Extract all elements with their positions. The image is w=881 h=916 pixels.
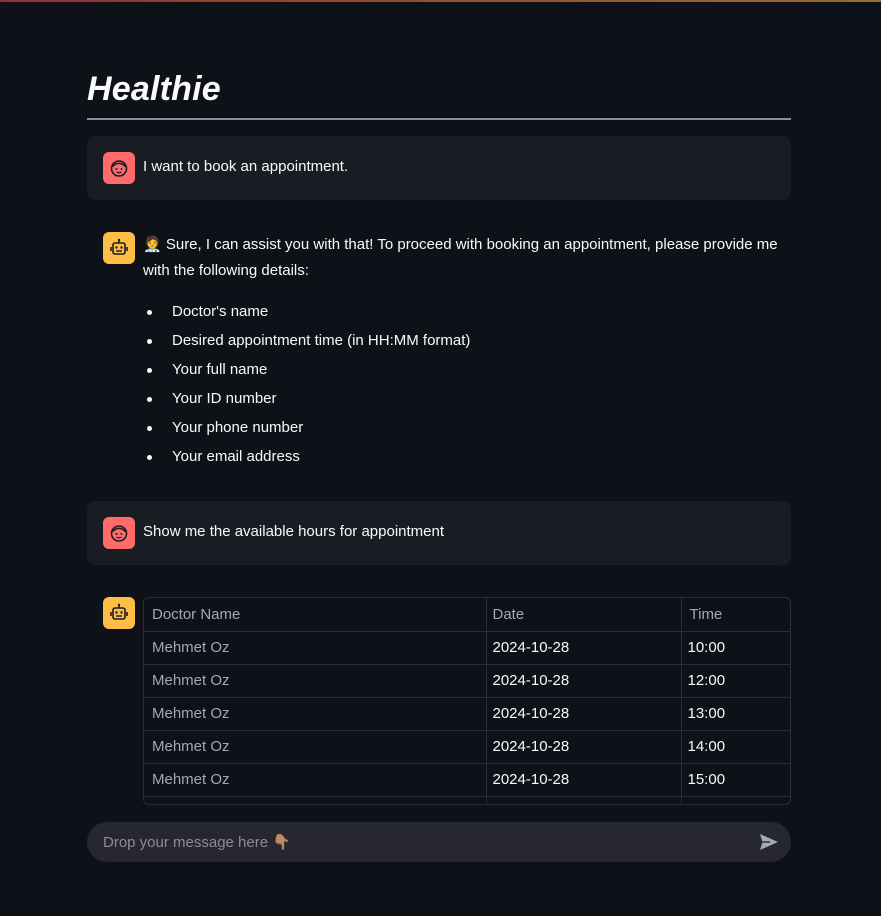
user-avatar xyxy=(103,517,135,549)
cell-doctor-name: Mehmet Oz xyxy=(144,697,487,731)
cell-doctor-name xyxy=(144,796,487,804)
cell-date: 2024-10-28 xyxy=(486,730,682,764)
table-row[interactable]: Mehmet Oz 2024-10-28 15:00 xyxy=(144,763,790,797)
cell-doctor-name: Mehmet Oz xyxy=(144,664,487,698)
cell-time: 10:00 xyxy=(681,631,790,665)
chat-message-user: I want to book an appointment. xyxy=(87,136,791,200)
user-face-icon xyxy=(110,160,128,177)
table-header-row: Doctor Name Date Time xyxy=(144,598,790,632)
column-header-date[interactable]: Date xyxy=(486,598,682,632)
table-row[interactable]: Mehmet Oz 2024-10-28 10:00 xyxy=(144,631,790,665)
cell-time xyxy=(681,796,790,804)
list-item: Doctor's name xyxy=(143,301,470,330)
send-icon xyxy=(760,834,778,850)
send-button[interactable] xyxy=(757,830,781,854)
assistant-intro-line-2: with the following details: xyxy=(143,262,309,279)
assistant-intro: 🧑‍⚕️ Sure, I can assist you with that! T… xyxy=(143,232,783,284)
user-avatar xyxy=(103,152,135,184)
cell-date: 2024-10-28 xyxy=(486,631,682,665)
cell-date xyxy=(486,796,682,804)
list-item: Desired appointment time (in HH:MM forma… xyxy=(143,330,470,359)
availability-table: Doctor Name Date Time Mehmet Oz 2024-10-… xyxy=(144,598,790,804)
title-divider xyxy=(87,118,791,120)
chat-message-assistant: Doctor Name Date Time Mehmet Oz 2024-10-… xyxy=(87,597,791,805)
column-header-time[interactable]: Time xyxy=(681,598,790,632)
list-item: Your phone number xyxy=(143,417,470,446)
chat-input-bar xyxy=(87,822,791,862)
cell-date: 2024-10-28 xyxy=(486,697,682,731)
column-header-doctor-name[interactable]: Doctor Name xyxy=(144,598,487,632)
assistant-avatar xyxy=(103,232,135,264)
table-row[interactable] xyxy=(144,796,790,804)
chat-message-text: Show me the available hours for appointm… xyxy=(143,523,445,540)
chat-message-input[interactable] xyxy=(103,822,743,862)
list-item: Your email address xyxy=(143,446,470,475)
user-face-icon xyxy=(110,525,128,542)
cell-doctor-name: Mehmet Oz xyxy=(144,631,487,665)
assistant-avatar xyxy=(103,597,135,629)
cell-doctor-name: Mehmet Oz xyxy=(144,730,487,764)
list-item: Your full name xyxy=(143,359,470,388)
chat-message-assistant: 🧑‍⚕️ Sure, I can assist you with that! T… xyxy=(87,216,791,486)
robot-icon xyxy=(110,238,128,255)
chat-message-user: Show me the available hours for appointm… xyxy=(87,501,791,565)
chat-message-text: I want to book an appointment. xyxy=(143,158,349,175)
cell-doctor-name: Mehmet Oz xyxy=(144,763,487,797)
cell-date: 2024-10-28 xyxy=(486,664,682,698)
table-row[interactable]: Mehmet Oz 2024-10-28 14:00 xyxy=(144,730,790,764)
cell-time: 15:00 xyxy=(681,763,790,797)
cell-time: 13:00 xyxy=(681,697,790,731)
top-decoration-bar xyxy=(0,0,881,2)
robot-icon xyxy=(110,603,128,620)
availability-table-container[interactable]: Doctor Name Date Time Mehmet Oz 2024-10-… xyxy=(143,597,791,805)
cell-time: 12:00 xyxy=(681,664,790,698)
cell-date: 2024-10-28 xyxy=(486,763,682,797)
assistant-intro-line-1: 🧑‍⚕️ Sure, I can assist you with that! T… xyxy=(143,236,778,253)
table-row[interactable]: Mehmet Oz 2024-10-28 12:00 xyxy=(144,664,790,698)
table-row[interactable]: Mehmet Oz 2024-10-28 13:00 xyxy=(144,697,790,731)
cell-time: 14:00 xyxy=(681,730,790,764)
required-details-list: Doctor's name Desired appointment time (… xyxy=(143,301,470,475)
list-item: Your ID number xyxy=(143,388,470,417)
page-title: Healthie xyxy=(87,70,221,108)
